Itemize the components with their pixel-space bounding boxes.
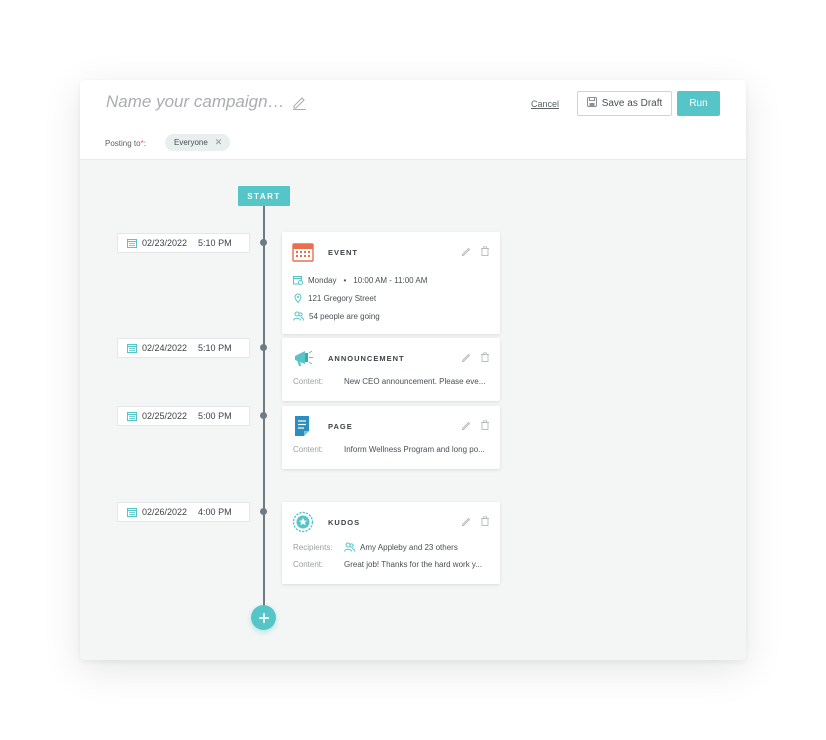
content-label: Content: (293, 377, 324, 386)
save-as-draft-label: Save as Draft (601, 98, 663, 109)
add-step-button[interactable] (251, 605, 276, 630)
page-document-icon (295, 416, 309, 436)
kudos-recipients-row: Recipients: Amy Appleby and 23 others (293, 542, 458, 552)
audience-chip[interactable]: Everyone ✕ (165, 134, 231, 151)
schedule-date-box[interactable]: 02/25/2022 5:00 PM (117, 406, 250, 426)
calendar-clock-icon (293, 276, 303, 285)
event-card[interactable]: EVENT Monday • 10:00 AM - 11:00 AM 121 G… (282, 232, 500, 334)
page-content-row: Content: Inform Wellness Program and lon… (293, 445, 485, 454)
kudos-card[interactable]: KUDOS Recipients: Amy Appleby and 23 oth… (282, 502, 500, 584)
schedule-time: 5:10 PM (198, 343, 232, 353)
content-preview: Great job! Thanks for the hard work y... (344, 560, 482, 569)
schedule-date-box[interactable]: 02/24/2022 5:10 PM (117, 338, 250, 358)
content-label: Content: (293, 445, 324, 454)
edit-icon[interactable] (461, 243, 471, 256)
timeline-dot (260, 239, 267, 246)
timeline-line (263, 206, 265, 612)
content-label: Content: (293, 560, 324, 569)
delete-trash-icon[interactable] (480, 243, 490, 256)
schedule-date: 02/24/2022 (142, 343, 188, 353)
announcement-card[interactable]: ANNOUNCEMENT Content: New CEO announceme… (282, 338, 500, 401)
card-type-label: KUDOS (328, 518, 361, 527)
schedule-date: 02/23/2022 (142, 238, 188, 248)
timeline-dot (260, 412, 267, 419)
posting-to-label: Posting to*: (105, 139, 146, 148)
edit-icon[interactable] (461, 417, 471, 430)
campaign-name-field[interactable]: Name your campaign… (106, 92, 307, 112)
calendar-icon (127, 239, 137, 248)
event-attendance-row: 54 people are going (293, 311, 380, 321)
recipients-value: Amy Appleby and 23 others (360, 542, 458, 552)
event-calendar-icon (292, 243, 314, 262)
timeline-dot (260, 344, 267, 351)
edit-pencil-icon[interactable] (291, 94, 307, 110)
start-badge: START (238, 186, 290, 206)
delete-trash-icon[interactable] (480, 513, 490, 526)
people-icon (344, 542, 355, 552)
megaphone-icon (295, 350, 313, 366)
edit-icon[interactable] (461, 513, 471, 526)
schedule-date-box[interactable]: 02/26/2022 4:00 PM (117, 502, 250, 522)
card-type-label: PAGE (328, 422, 353, 431)
card-type-label: ANNOUNCEMENT (328, 354, 405, 363)
plus-icon (258, 612, 269, 623)
calendar-icon (127, 412, 137, 421)
content-preview: New CEO announcement. Please eve... (344, 377, 486, 386)
edit-icon[interactable] (461, 349, 471, 362)
run-button[interactable]: Run (677, 91, 720, 116)
delete-trash-icon[interactable] (480, 349, 490, 362)
calendar-icon (127, 344, 137, 353)
cancel-link[interactable]: Cancel (531, 99, 559, 109)
location-pin-icon (294, 293, 302, 303)
card-type-label: EVENT (328, 248, 359, 257)
campaign-name-placeholder[interactable]: Name your campaign… (106, 92, 285, 112)
delete-trash-icon[interactable] (480, 417, 490, 430)
save-disk-icon (586, 97, 597, 110)
remove-chip-icon[interactable]: ✕ (215, 137, 223, 148)
schedule-date: 02/25/2022 (142, 411, 188, 421)
announcement-content-row: Content: New CEO announcement. Please ev… (293, 377, 485, 386)
event-location-row: 121 Gregory Street (293, 293, 376, 303)
audience-chip-label: Everyone (174, 138, 208, 147)
kudos-content-row: Content: Great job! Thanks for the hard … (293, 560, 482, 569)
calendar-icon (127, 508, 137, 517)
campaign-header: Name your campaign… Cancel Save as Draft… (80, 80, 746, 160)
schedule-time: 5:00 PM (198, 411, 232, 421)
page-card[interactable]: PAGE Content: Inform Wellness Program an… (282, 406, 500, 469)
schedule-time: 5:10 PM (198, 238, 232, 248)
people-icon (293, 311, 304, 321)
schedule-time: 4:00 PM (198, 507, 232, 517)
content-preview: Inform Wellness Program and long po... (344, 445, 485, 454)
timeline-dot (260, 508, 267, 515)
event-datetime-row: Monday • 10:00 AM - 11:00 AM (293, 275, 427, 285)
kudos-badge-icon (292, 511, 314, 533)
recipients-label: Recipients: (293, 542, 333, 552)
schedule-date: 02/26/2022 (142, 507, 188, 517)
campaign-editor-window: Name your campaign… Cancel Save as Draft… (80, 80, 746, 660)
save-as-draft-button[interactable]: Save as Draft (577, 91, 672, 116)
schedule-date-box[interactable]: 02/23/2022 5:10 PM (117, 233, 250, 253)
